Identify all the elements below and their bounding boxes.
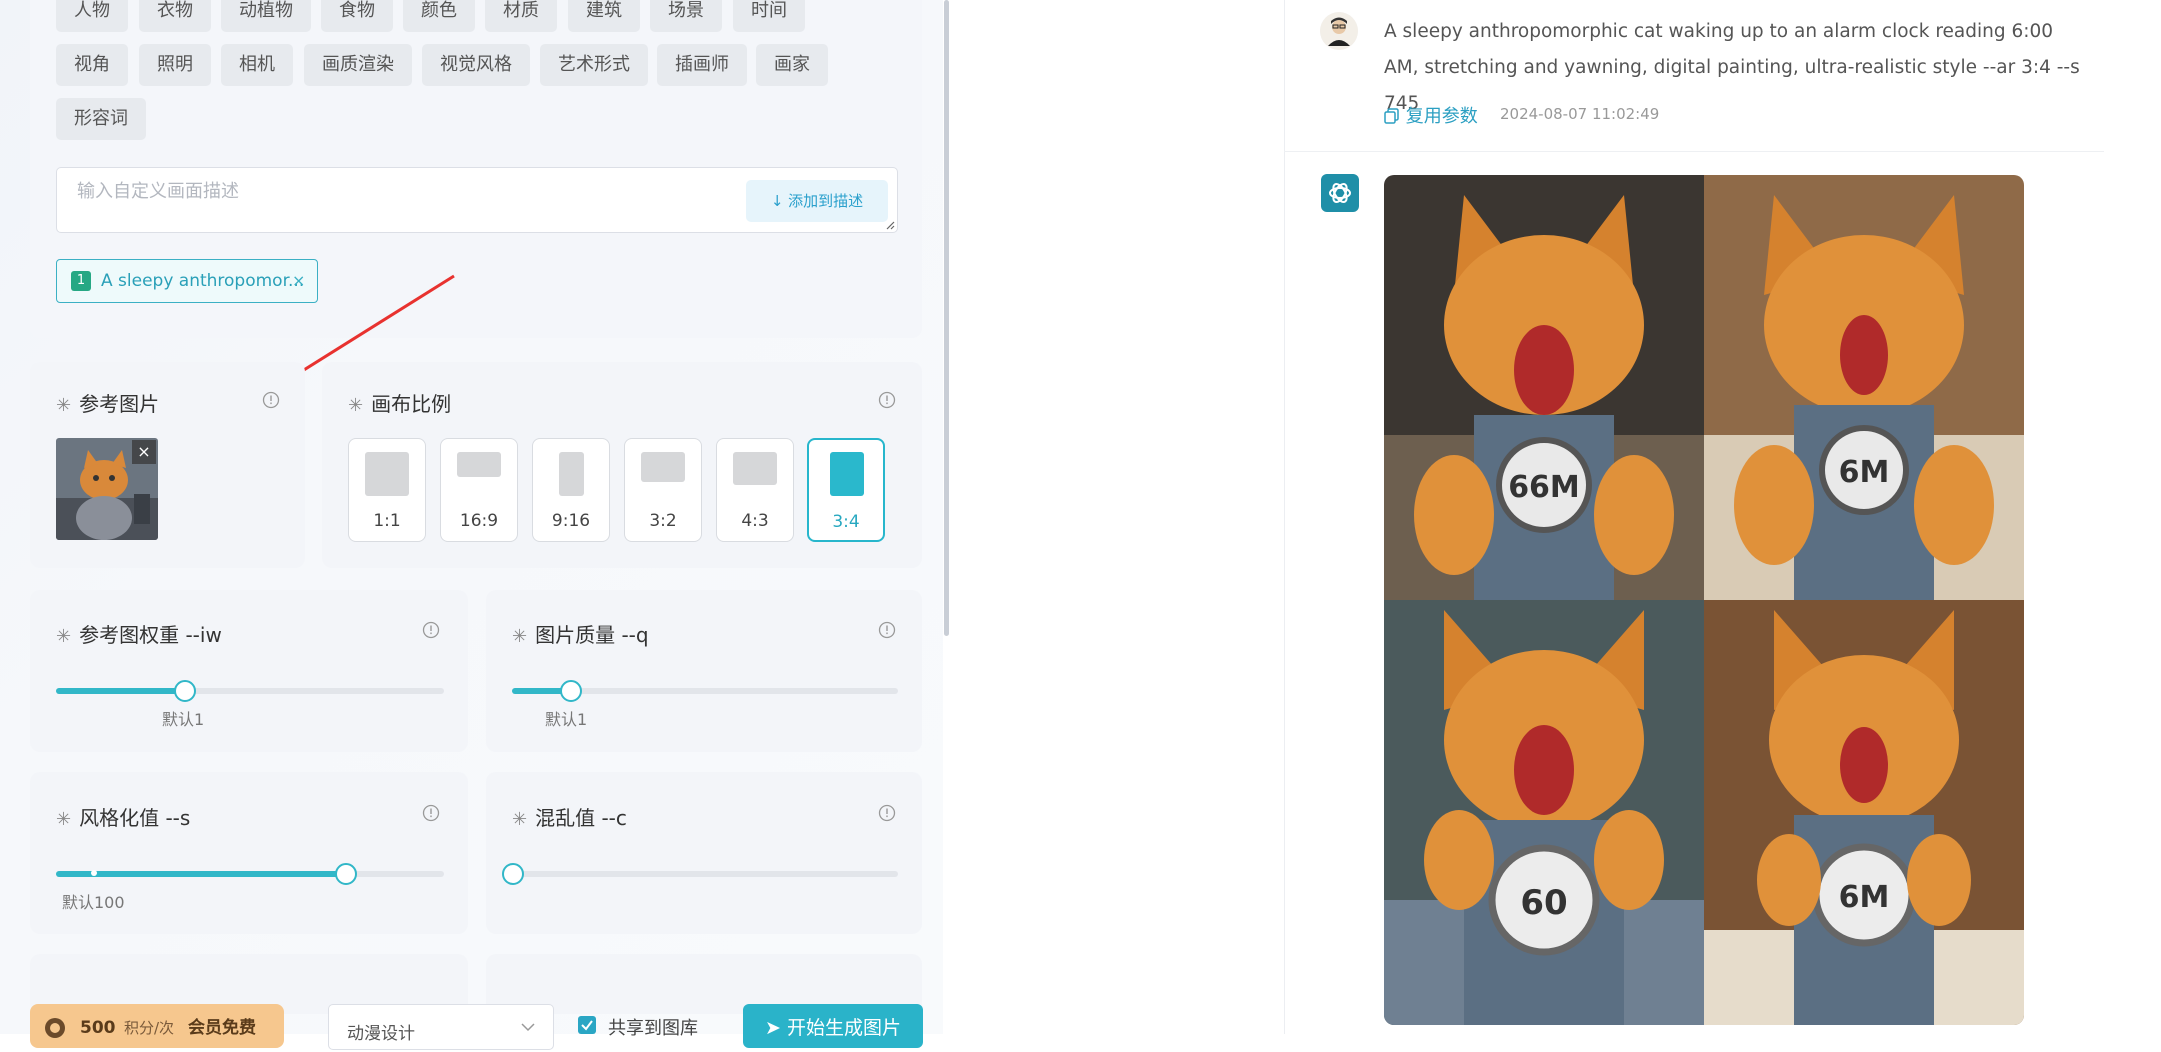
copy-icon bbox=[1384, 106, 1406, 127]
chevron-down-icon bbox=[521, 1023, 535, 1032]
tag-viewpoint[interactable]: 视角 bbox=[56, 44, 128, 86]
tag-material[interactable]: 材质 bbox=[485, 0, 557, 32]
description-box: ↓ 添加到描述 bbox=[56, 167, 898, 233]
iw-slider[interactable] bbox=[56, 680, 444, 702]
quality-slider-thumb[interactable] bbox=[559, 680, 582, 702]
info-icon[interactable] bbox=[262, 391, 280, 409]
portrait-shape-icon bbox=[559, 452, 584, 496]
tag-painter[interactable]: 画家 bbox=[756, 44, 828, 86]
asterisk-icon: ✳ bbox=[56, 809, 72, 830]
user-avatar bbox=[1320, 12, 1358, 50]
info-icon[interactable] bbox=[878, 391, 896, 409]
quality-default-label: 默认1 bbox=[545, 710, 588, 729]
ratio-option-1-1[interactable]: 1:1 bbox=[348, 438, 426, 542]
svg-text:60: 60 bbox=[1520, 883, 1567, 923]
chip-index-badge: 1 bbox=[71, 271, 91, 291]
info-icon[interactable] bbox=[878, 621, 896, 639]
tag-illustrator[interactable]: 插画师 bbox=[657, 44, 747, 86]
asterisk-icon: ✳ bbox=[512, 809, 528, 830]
stylize-slider-fill bbox=[56, 871, 346, 877]
info-icon[interactable] bbox=[878, 804, 896, 822]
iw-slider-card bbox=[30, 590, 468, 752]
svg-text:6M: 6M bbox=[1839, 455, 1890, 490]
check-icon bbox=[581, 1020, 593, 1031]
reuse-params-link[interactable]: 复用参数 bbox=[1384, 102, 1478, 128]
asterisk-icon: ✳ bbox=[348, 395, 364, 416]
result-image-4[interactable]: 6M bbox=[1704, 600, 2024, 1025]
portrait-shape-icon bbox=[830, 452, 864, 496]
stylize-slider-thumb[interactable] bbox=[335, 863, 358, 885]
tag-scene[interactable]: 场景 bbox=[650, 0, 722, 32]
tag-time[interactable]: 时间 bbox=[733, 0, 805, 32]
stylize-default-label: 默认100 bbox=[62, 893, 125, 912]
chaos-slider[interactable] bbox=[502, 863, 898, 885]
tag-people[interactable]: 人物 bbox=[56, 0, 128, 32]
ai-bot-icon bbox=[1321, 174, 1359, 212]
iw-default-label: 默认1 bbox=[162, 710, 205, 729]
ratio-option-3-2[interactable]: 3:2 bbox=[624, 438, 702, 542]
info-icon[interactable] bbox=[422, 804, 440, 822]
description-input[interactable] bbox=[75, 178, 679, 204]
tag-adjective[interactable]: 形容词 bbox=[56, 98, 146, 140]
svg-text:66M: 66M bbox=[1508, 470, 1580, 505]
tag-color[interactable]: 颜色 bbox=[403, 0, 475, 32]
style-select[interactable]: 动漫设计 bbox=[328, 1004, 554, 1050]
chaos-slider-card bbox=[486, 772, 922, 934]
share-label: 共享到图库 bbox=[608, 1018, 698, 1039]
iw-slider-title: ✳ 参考图权重 --iw bbox=[56, 623, 222, 647]
reference-image-title: ✳ 参考图片 bbox=[56, 392, 160, 416]
arrow-down-icon: ↓ bbox=[770, 192, 789, 210]
stylize-default-marker bbox=[91, 870, 97, 876]
generate-image-button[interactable]: ➤ 开始生成图片 bbox=[743, 1004, 923, 1048]
result-image-3[interactable]: 60 bbox=[1384, 600, 1704, 1025]
quality-slider-title: ✳ 图片质量 --q bbox=[512, 623, 649, 647]
message-divider bbox=[1284, 151, 2104, 152]
quality-slider[interactable] bbox=[512, 680, 898, 702]
share-checkbox[interactable] bbox=[578, 1016, 596, 1034]
tag-visual-style[interactable]: 视觉风格 bbox=[422, 44, 530, 86]
tag-architecture[interactable]: 建筑 bbox=[568, 0, 640, 32]
iw-slider-fill bbox=[56, 688, 185, 694]
ratio-option-3-4[interactable]: 3:4 bbox=[807, 438, 885, 542]
send-icon: ➤ bbox=[765, 1017, 787, 1039]
asterisk-icon: ✳ bbox=[56, 395, 72, 416]
result-image-1[interactable]: 66M bbox=[1384, 175, 1704, 600]
ratio-option-9-16[interactable]: 9:16 bbox=[532, 438, 610, 542]
tag-lighting[interactable]: 照明 bbox=[139, 44, 211, 86]
landscape-shape-icon bbox=[641, 452, 685, 482]
resize-handle-icon[interactable] bbox=[885, 220, 895, 230]
prompt-message: A sleepy anthropomorphic cat waking up t… bbox=[1384, 21, 2080, 114]
message-timestamp: 2024-08-07 11:02:49 bbox=[1500, 105, 1660, 123]
stylize-slider-title: ✳ 风格化值 --s bbox=[56, 806, 191, 830]
tag-clothing[interactable]: 衣物 bbox=[139, 0, 211, 32]
landscape-shape-icon bbox=[733, 452, 777, 485]
tag-render-quality[interactable]: 画质渲染 bbox=[304, 44, 412, 86]
tag-camera[interactable]: 相机 bbox=[221, 44, 293, 86]
result-image-2[interactable]: 6M bbox=[1704, 175, 2024, 600]
result-image-grid: 66M 6M 60 6M bbox=[1384, 175, 2024, 1025]
stylize-slider[interactable] bbox=[56, 863, 444, 885]
reference-image-thumbnail[interactable]: × bbox=[56, 438, 158, 540]
remove-reference-icon[interactable]: × bbox=[132, 440, 156, 464]
asterisk-icon: ✳ bbox=[56, 626, 72, 647]
add-to-description-button[interactable]: ↓ 添加到描述 bbox=[746, 180, 888, 222]
tag-food[interactable]: 食物 bbox=[321, 0, 393, 32]
tag-art-form[interactable]: 艺术形式 bbox=[540, 44, 648, 86]
iw-slider-thumb[interactable] bbox=[174, 680, 197, 702]
credits-badge: 500 积分/次 会员免费 bbox=[30, 1004, 284, 1048]
chaos-slider-title: ✳ 混乱值 --c bbox=[512, 806, 627, 830]
asterisk-icon: ✳ bbox=[512, 626, 528, 647]
canvas-ratio-title: ✳ 画布比例 bbox=[348, 392, 452, 416]
chaos-slider-thumb[interactable] bbox=[502, 863, 524, 885]
ratio-option-16-9[interactable]: 16:9 bbox=[440, 438, 518, 542]
info-icon[interactable] bbox=[422, 621, 440, 639]
ratio-option-4-3[interactable]: 4:3 bbox=[716, 438, 794, 542]
landscape-shape-icon bbox=[457, 452, 501, 477]
svg-text:6M: 6M bbox=[1839, 880, 1890, 915]
square-shape-icon bbox=[365, 452, 409, 496]
left-scrollbar[interactable] bbox=[944, 0, 949, 636]
tag-flora-fauna[interactable]: 动植物 bbox=[221, 0, 311, 32]
coin-icon bbox=[44, 1004, 66, 1052]
